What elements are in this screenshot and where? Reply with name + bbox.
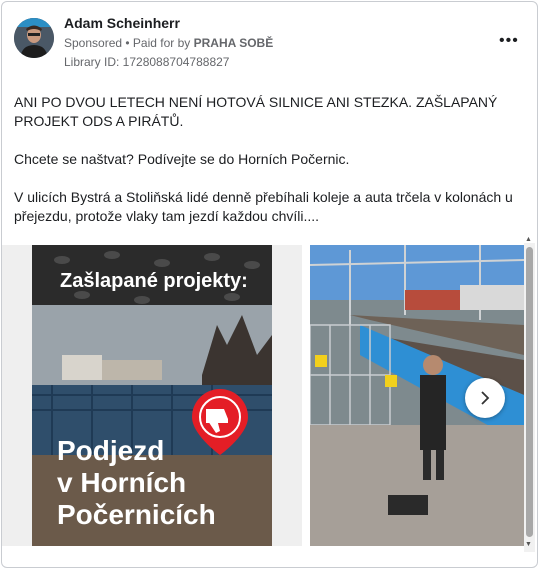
scrollbar-thumb[interactable] <box>526 247 533 537</box>
post-paragraph: ANI PO DVOU LETECH NENÍ HOTOVÁ SILNICE A… <box>14 94 498 129</box>
poster-title: Podjezd v Horních Počernicích <box>57 435 216 531</box>
poster-title-line: Počernicích <box>57 499 216 530</box>
chevron-right-icon <box>481 391 490 405</box>
ad-card: Adam Scheinherr Sponsored • Paid for by … <box>1 1 538 568</box>
post-paragraph: Chcete se naštvat? Podívejte se do Horní… <box>14 151 350 167</box>
poster-heading: Zašlapané projekty: <box>60 270 248 292</box>
carousel-next-button[interactable] <box>465 378 505 418</box>
paid-for-label: • Paid for by <box>125 36 191 50</box>
scroll-up-icon[interactable]: ▲ <box>525 236 532 243</box>
sponsor-name[interactable]: PRAHA SOBĚ <box>194 36 274 50</box>
author-name[interactable]: Adam Scheinherr <box>64 15 180 31</box>
poster-title-line: Podjezd <box>57 435 165 466</box>
poster-title-line: v Horních <box>57 467 187 498</box>
scroll-down-icon[interactable]: ▼ <box>525 541 532 548</box>
sponsored-line: Sponsored • Paid for by PRAHA SOBĚ <box>64 36 273 50</box>
sponsored-label: Sponsored <box>64 36 123 50</box>
library-id: Library ID: 1728088704788827 <box>64 55 230 69</box>
more-options-icon[interactable]: ••• <box>499 32 519 50</box>
post-text: ANI PO DVOU LETECH NENÍ HOTOVÁ SILNICE A… <box>14 93 514 245</box>
avatar[interactable] <box>14 18 54 58</box>
post-paragraph: V ulicích Bystrá a Stoliňská lidé denně … <box>14 189 513 224</box>
